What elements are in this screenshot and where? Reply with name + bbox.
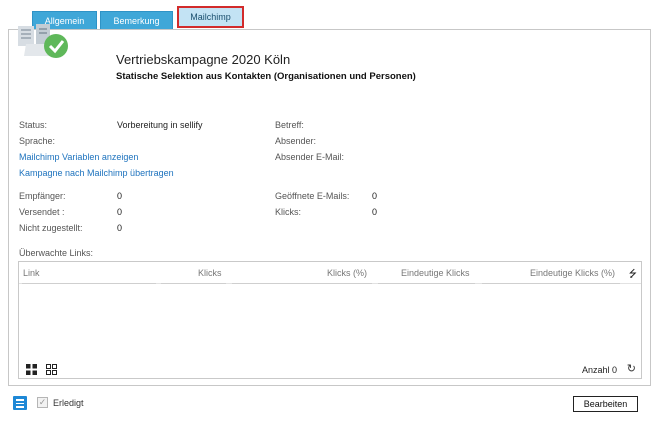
nicht-zugestellt-value: 0: [117, 223, 123, 233]
table-footer: Anzahl 0 ↻: [19, 360, 641, 378]
column-header-klicks-percent[interactable]: Klicks (%): [327, 268, 367, 278]
absender-label: Absender:: [275, 136, 317, 146]
links-table: Link Klicks Klicks (%) Eindeutige Klicks…: [18, 261, 642, 379]
sprache-label: Sprache:: [19, 136, 56, 146]
mailchimp-variablen-link[interactable]: Mailchimp Variablen anzeigen: [19, 152, 138, 162]
column-header-link[interactable]: Link: [23, 268, 40, 278]
nicht-zugestellt-label: Nicht zugestellt:: [19, 223, 83, 233]
empfaenger-value: 0: [117, 191, 123, 201]
column-divider: [161, 283, 226, 284]
column-divider: [378, 283, 475, 284]
grid-small-icon[interactable]: [46, 364, 57, 375]
column-divider: [482, 283, 620, 284]
betreff-label: Betreff:: [275, 120, 304, 130]
grid-large-icon[interactable]: [26, 364, 37, 375]
table-header: Link Klicks Klicks (%) Eindeutige Klicks…: [19, 262, 641, 284]
campaign-title: Vertriebskampagne 2020 Köln: [116, 52, 291, 67]
klicks-value: 0: [372, 207, 378, 217]
erledigt-checkbox[interactable]: ✓: [37, 397, 48, 408]
empfaenger-label: Empfänger:: [19, 191, 66, 201]
column-header-eindeutige-klicks-percent[interactable]: Eindeutige Klicks (%): [530, 268, 615, 278]
campaign-done-icon: [18, 24, 68, 58]
row-count: Anzahl 0: [581, 365, 617, 375]
hamburger-menu-icon[interactable]: [13, 396, 27, 410]
erledigt-label: Erledigt: [53, 398, 84, 408]
tab-mailchimp[interactable]: Mailchimp: [177, 6, 244, 28]
column-header-eindeutige-klicks[interactable]: Eindeutige Klicks: [401, 268, 470, 278]
status-label: Status:: [19, 120, 48, 130]
versendet-label: Versendet :: [19, 207, 65, 217]
kampagne-uebertragen-link[interactable]: Kampagne nach Mailchimp übertragen: [19, 168, 174, 178]
column-divider: [22, 283, 156, 284]
refresh-icon[interactable]: ↻: [627, 362, 636, 375]
klicks-label: Klicks:: [275, 207, 302, 217]
tab-bemerkung[interactable]: Bemerkung: [100, 11, 173, 30]
versendet-value: 0: [117, 207, 123, 217]
bearbeiten-button[interactable]: Bearbeiten: [573, 396, 638, 412]
column-divider: [232, 283, 372, 284]
ueberwachte-links-label: Überwachte Links:: [19, 248, 94, 258]
status-value: Vorbereitung in sellify: [117, 120, 203, 130]
campaign-subtitle: Statische Selektion aus Kontakten (Organ…: [116, 71, 416, 82]
sort-icon[interactable]: ⭍: [629, 267, 637, 284]
geoeffnet-label: Geöffnete E-Mails:: [275, 191, 350, 201]
absender-email-label: Absender E-Mail:: [275, 152, 345, 162]
column-header-klicks[interactable]: Klicks: [198, 268, 222, 278]
geoeffnet-value: 0: [372, 191, 378, 201]
